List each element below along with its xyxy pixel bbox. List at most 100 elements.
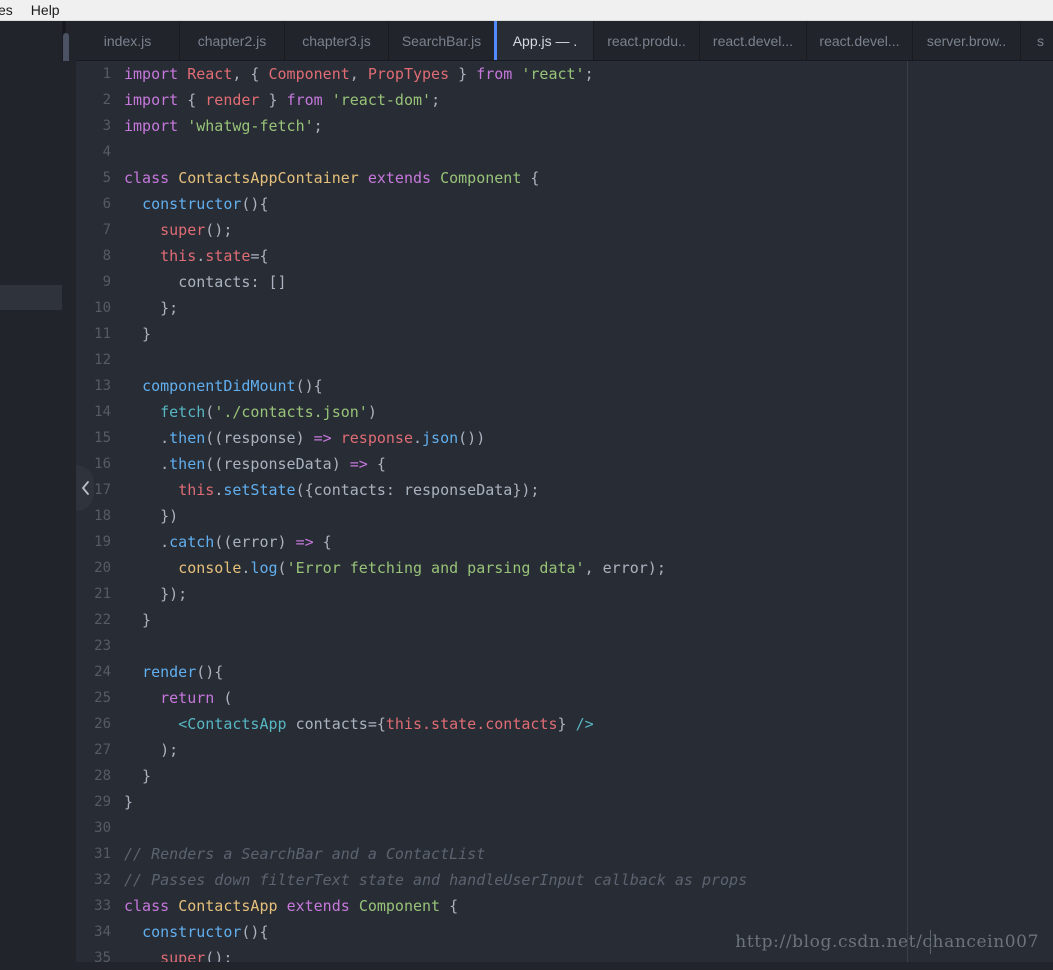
code-line[interactable]: 9 contacts: [] xyxy=(76,269,1053,295)
code-token: 'react' xyxy=(521,65,585,83)
code-token: }; xyxy=(124,299,179,317)
code-line[interactable]: 25 return ( xyxy=(76,685,1053,711)
code-token: { xyxy=(178,91,206,109)
code-token: => xyxy=(313,429,332,447)
tab-label: SearchBar.js xyxy=(401,32,482,49)
line-number: 21 xyxy=(94,586,111,602)
code-token: this xyxy=(178,481,215,499)
code-token: . xyxy=(214,481,224,499)
code-line-text: } xyxy=(124,321,1053,347)
code-token: { xyxy=(521,169,540,187)
code-token: class xyxy=(124,169,170,187)
code-content[interactable]: 1 import React, { Component, PropTypes } … xyxy=(76,61,1053,970)
code-token: , xyxy=(349,65,368,83)
code-line[interactable]: 32 // Passes down filterText state and ha… xyxy=(76,867,1053,893)
code-token: ( xyxy=(277,559,287,577)
line-number: 30 xyxy=(94,820,111,836)
code-line[interactable]: 21 }); xyxy=(76,581,1053,607)
code-token: } xyxy=(124,767,152,785)
line-number: 28 xyxy=(94,768,111,784)
code-line[interactable]: 5 class ContactsAppContainer extends Comp… xyxy=(76,165,1053,191)
tab-chapter2-js[interactable]: chapter2.js xyxy=(180,21,285,60)
code-line[interactable]: 22 } xyxy=(76,607,1053,633)
code-token: ContactsApp xyxy=(178,897,278,915)
tab-label: react.devel... xyxy=(712,32,794,49)
sidebar-tree-view[interactable] xyxy=(0,21,69,970)
code-line[interactable]: 3 import 'whatwg-fetch'; xyxy=(76,113,1053,139)
code-token: } xyxy=(124,325,152,343)
code-token: log xyxy=(250,559,278,577)
code-line[interactable]: 20 console.log('Error fetching and parsi… xyxy=(76,555,1053,581)
code-line[interactable]: 1 import React, { Component, PropTypes } … xyxy=(76,61,1053,87)
code-token: json xyxy=(422,429,459,447)
code-line[interactable]: 16 .then((responseData) => { xyxy=(76,451,1053,477)
code-token: . xyxy=(124,429,170,447)
code-line[interactable]: 7 super(); xyxy=(76,217,1053,243)
code-line[interactable]: 13 componentDidMount(){ xyxy=(76,373,1053,399)
code-line[interactable]: 24 render(){ xyxy=(76,659,1053,685)
code-token: extends xyxy=(286,897,350,915)
tab-s[interactable]: s xyxy=(1021,21,1053,60)
tab-react-produ[interactable]: react.produ.. xyxy=(594,21,700,60)
code-token: PropTypes xyxy=(367,65,450,83)
code-line[interactable]: 29} xyxy=(76,789,1053,815)
code-line[interactable]: 4 xyxy=(76,139,1053,165)
code-line[interactable]: 8 this.state={ xyxy=(76,243,1053,269)
code-token: console xyxy=(178,559,242,577)
code-token: contacts xyxy=(178,273,251,291)
code-line-text: .then((responseData) => { xyxy=(124,451,1053,477)
code-token: this xyxy=(160,247,197,265)
code-token: ((error) xyxy=(214,533,296,551)
code-line[interactable]: 14 fetch('./contacts.json') xyxy=(76,399,1053,425)
tab-bar[interactable]: index.js chapter2.js chapter3.js SearchBar.… xyxy=(76,21,1053,61)
tab-server-brow[interactable]: server.brow.. xyxy=(913,21,1021,60)
code-line[interactable]: 33 class ContactsApp extends Component { xyxy=(76,893,1053,919)
code-line[interactable]: 31 // Renders a SearchBar and a ContactLi… xyxy=(76,841,1053,867)
tab-react-devel[interactable]: react.devel... xyxy=(700,21,807,60)
sidebar-selected-item[interactable] xyxy=(0,285,62,310)
code-line[interactable]: 30 xyxy=(76,815,1053,841)
code-line[interactable]: 15 .then((response) => response.json()) xyxy=(76,425,1053,451)
code-line[interactable]: 6 constructor(){ xyxy=(76,191,1053,217)
code-line[interactable]: 18 }) xyxy=(76,503,1053,529)
code-token: . xyxy=(124,533,170,551)
code-line[interactable]: 19 .catch((error) => { xyxy=(76,529,1053,555)
code-line[interactable]: 2 import { render } from 'react-dom'; xyxy=(76,87,1053,113)
code-token: : [] xyxy=(250,273,287,291)
code-token: ); xyxy=(124,741,179,759)
code-token: ({contacts: responseData}); xyxy=(295,481,540,499)
tab-index-js[interactable]: index.js xyxy=(76,21,180,60)
code-line[interactable]: 26 <ContactsApp contacts={this.state.con… xyxy=(76,711,1053,737)
code-line[interactable]: 12 xyxy=(76,347,1053,373)
tab-react-devel[interactable]: react.devel... xyxy=(807,21,913,60)
code-line-text: .catch((error) => { xyxy=(124,529,1053,555)
code-line[interactable]: 27 ); xyxy=(76,737,1053,763)
code-token: Component xyxy=(268,65,350,83)
code-line-text: this.setState({contacts: responseData}); xyxy=(124,477,1053,503)
code-token: Component xyxy=(440,169,522,187)
code-line-text: fetch('./contacts.json') xyxy=(124,399,1053,425)
code-line[interactable]: 11 } xyxy=(76,321,1053,347)
tab-label: chapter2.js xyxy=(197,32,267,49)
code-editor[interactable]: 1 import React, { Component, PropTypes } … xyxy=(76,61,1053,970)
menu-item-clipped[interactable]: es xyxy=(0,0,22,20)
tab-app-js[interactable]: App.js — . xyxy=(494,21,594,60)
tab-chapter3-js[interactable]: chapter3.js xyxy=(285,21,389,60)
line-number: 27 xyxy=(94,742,111,758)
code-line[interactable]: 10 }; xyxy=(76,295,1053,321)
code-token: 'react-dom' xyxy=(331,91,432,109)
code-token: constructor xyxy=(142,195,242,213)
code-token: => xyxy=(295,533,314,551)
code-token: render xyxy=(142,663,197,681)
editor-left-rail xyxy=(62,61,76,970)
tab-searchbar-js[interactable]: SearchBar.js xyxy=(389,21,495,60)
code-line[interactable]: 23 xyxy=(76,633,1053,659)
code-line-text: } xyxy=(124,789,1053,815)
code-line-text: console.log('Error fetching and parsing … xyxy=(124,555,1053,581)
code-line[interactable]: 17 this.setState({contacts: responseData… xyxy=(76,477,1053,503)
code-line[interactable]: 28 } xyxy=(76,763,1053,789)
menu-item-help[interactable]: Help xyxy=(22,0,69,20)
